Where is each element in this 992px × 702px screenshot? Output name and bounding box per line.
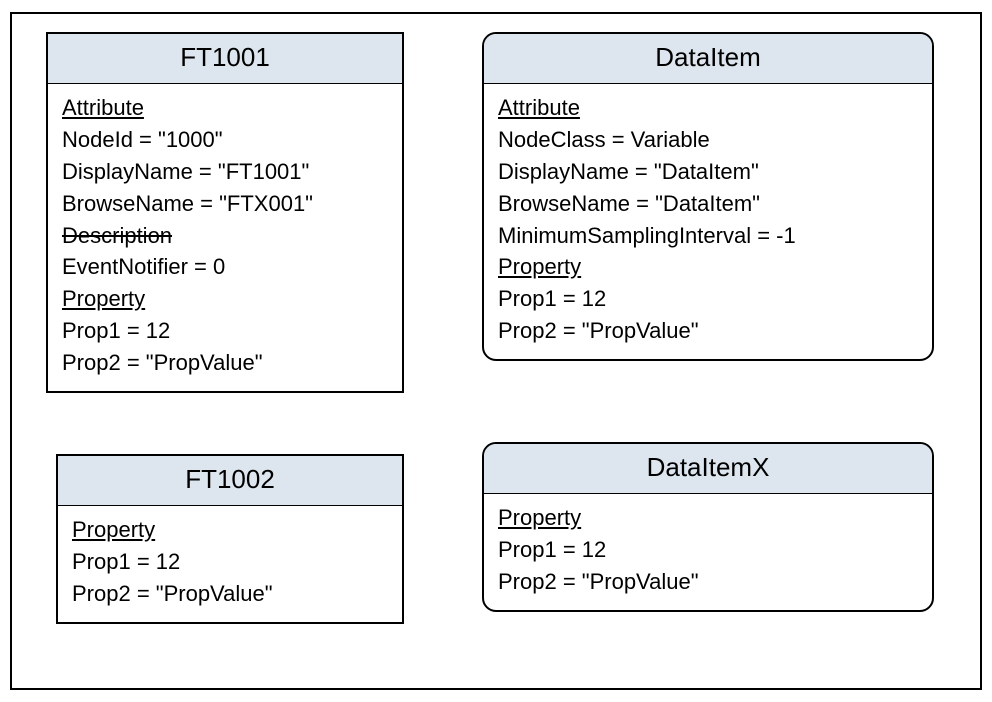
- node-ft1002: FT1002 Property Prop1 = 12 Prop2 = "Prop…: [56, 454, 404, 624]
- node-body: Property Prop1 = 12 Prop2 = "PropValue": [484, 494, 932, 610]
- node-ft1001: FT1001 Attribute NodeId = "1000" Display…: [46, 32, 404, 393]
- prop1: Prop1 = 12: [498, 283, 918, 315]
- section-property-heading: Property: [62, 283, 388, 315]
- node-body: Attribute NodeId = "1000" DisplayName = …: [48, 84, 402, 391]
- prop2: Prop2 = "PropValue": [498, 566, 918, 598]
- section-property-heading: Property: [498, 251, 918, 283]
- attr-description-struck: Description: [62, 220, 388, 252]
- prop1: Prop1 = 12: [62, 315, 388, 347]
- node-title: DataItemX: [484, 444, 932, 494]
- diagram-canvas: FT1001 Attribute NodeId = "1000" Display…: [10, 12, 982, 690]
- attr-browsename: BrowseName = "DataItem": [498, 188, 918, 220]
- attr-msi: MinimumSamplingInterval = -1: [498, 220, 918, 252]
- prop2: Prop2 = "PropValue": [62, 347, 388, 379]
- node-body: Attribute NodeClass = Variable DisplayNa…: [484, 84, 932, 359]
- prop1: Prop1 = 12: [498, 534, 918, 566]
- section-property-heading: Property: [72, 514, 388, 546]
- attr-nodeid: NodeId = "1000": [62, 124, 388, 156]
- attr-displayname: DisplayName = "FT1001": [62, 156, 388, 188]
- node-body: Property Prop1 = 12 Prop2 = "PropValue": [58, 506, 402, 622]
- attr-eventnotifier: EventNotifier = 0: [62, 251, 388, 283]
- prop1: Prop1 = 12: [72, 546, 388, 578]
- section-property-heading: Property: [498, 502, 918, 534]
- section-attribute-heading: Attribute: [498, 92, 918, 124]
- prop2: Prop2 = "PropValue": [72, 578, 388, 610]
- node-title: FT1001: [48, 34, 402, 84]
- attr-displayname: DisplayName = "DataItem": [498, 156, 918, 188]
- node-title: DataItem: [484, 34, 932, 84]
- prop2: Prop2 = "PropValue": [498, 315, 918, 347]
- node-dataitemx: DataItemX Property Prop1 = 12 Prop2 = "P…: [482, 442, 934, 612]
- node-dataitem: DataItem Attribute NodeClass = Variable …: [482, 32, 934, 361]
- section-attribute-heading: Attribute: [62, 92, 388, 124]
- attr-browsename: BrowseName = "FTX001": [62, 188, 388, 220]
- attr-nodeclass: NodeClass = Variable: [498, 124, 918, 156]
- node-title: FT1002: [58, 456, 402, 506]
